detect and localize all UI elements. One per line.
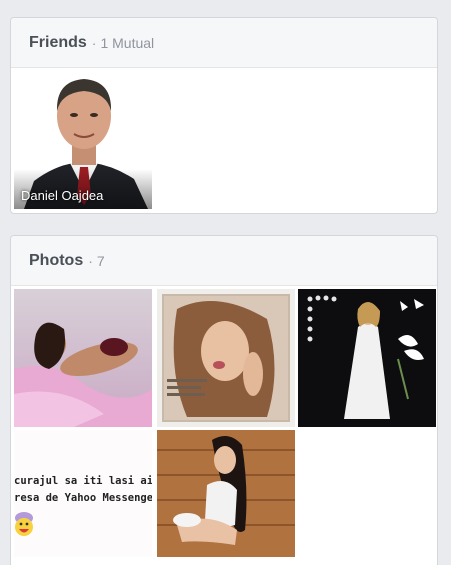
photo-thumbnail-4[interactable]: curajul sa iti lasi aici resa de Yahoo M… (14, 430, 152, 557)
friends-header: Friends · 1 Mutual (11, 18, 437, 68)
friends-card: Friends · 1 Mutual Daniel Oajdea (10, 17, 438, 214)
photo-image-3 (298, 289, 436, 427)
photos-separator: · (88, 252, 93, 269)
photo-thumbnail-1[interactable] (14, 289, 152, 427)
friends-title[interactable]: Friends (29, 34, 87, 52)
photo-image-1 (14, 289, 152, 427)
friends-separator: · (91, 34, 97, 51)
meme-text-line-2: resa de Yahoo Messenger (14, 492, 152, 504)
photo-thumbnail-2[interactable] (157, 289, 295, 427)
photos-header: Photos · 7 (11, 236, 437, 286)
friends-mutual-count[interactable]: 1 Mutual (100, 35, 154, 51)
friend-name[interactable]: Daniel Oajdea (21, 188, 103, 203)
photo-image-2 (157, 289, 295, 427)
photo-thumbnail-3[interactable] (298, 289, 436, 427)
photos-count: 7 (96, 252, 105, 269)
photo-image-5 (157, 430, 295, 557)
meme-text-line-1: curajul sa iti lasi aici (14, 475, 152, 487)
photos-title[interactable]: Photos (29, 252, 83, 270)
photo-thumbnail-5[interactable] (157, 430, 295, 557)
photos-card: Photos · 7 curajul sa iti lasi aici resa… (10, 235, 438, 565)
emoji-face-icon (15, 512, 33, 536)
friend-tile[interactable]: Daniel Oajdea (14, 71, 152, 209)
